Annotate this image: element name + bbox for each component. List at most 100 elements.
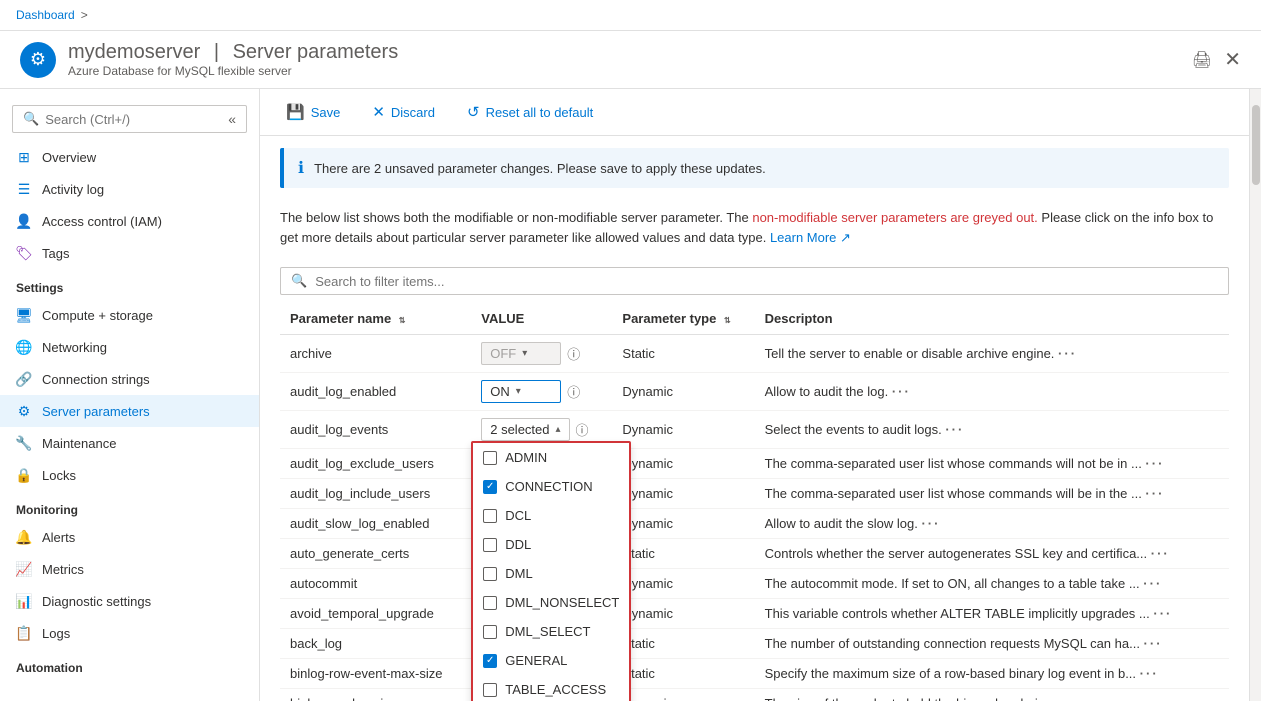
save-button[interactable]: 💾 Save — [280, 99, 346, 125]
close-icon[interactable]: ✕ — [1224, 47, 1241, 72]
col-value: VALUE — [471, 303, 612, 335]
option-general[interactable]: GENERAL — [473, 646, 629, 675]
option-admin[interactable]: ADMIN — [473, 443, 629, 472]
audit-log-enabled-ellipsis[interactable]: ··· — [892, 384, 911, 399]
option-dml-nonselect[interactable]: DML_NONSELECT — [473, 588, 629, 617]
sidebar-item-access-control[interactable]: 👤 Access control (IAM) — [0, 205, 259, 237]
param-value-cell: OFF ▾ ⓘ — [471, 335, 612, 373]
search-input[interactable] — [45, 112, 222, 127]
filter-input-box[interactable]: 🔍 — [280, 267, 1229, 295]
param-name-cell: auto_generate_certs — [280, 539, 471, 569]
autocommit-ellipsis[interactable]: ··· — [1143, 576, 1162, 591]
param-desc-cell: The comma-separated user list whose comm… — [755, 479, 1229, 509]
binlog-cache-ellipsis[interactable]: ··· — [1081, 696, 1100, 701]
binlog-row-ellipsis[interactable]: ··· — [1140, 666, 1159, 681]
server-name: mydemoserver — [68, 41, 200, 63]
table-row: audit_slow_log_enabled Dynamic Allow to … — [280, 509, 1229, 539]
discard-button[interactable]: ✕ Discard — [366, 99, 441, 125]
sidebar-item-alerts[interactable]: 🔔 Alerts — [0, 521, 259, 553]
option-table-access[interactable]: TABLE_ACCESS — [473, 675, 629, 701]
auto-gen-ellipsis[interactable]: ··· — [1151, 546, 1170, 561]
admin-checkbox[interactable] — [483, 451, 497, 465]
scrollbar-thumb[interactable] — [1252, 105, 1260, 185]
dml-nonselect-checkbox[interactable] — [483, 596, 497, 610]
avoid-temporal-ellipsis[interactable]: ··· — [1153, 606, 1172, 621]
settings-section-label: Settings — [0, 269, 259, 299]
audit-log-exclude-ellipsis[interactable]: ··· — [1145, 456, 1164, 471]
sidebar-item-locks[interactable]: 🔒 Locks — [0, 459, 259, 491]
learn-more-link[interactable]: Learn More ↗ — [770, 230, 851, 245]
sidebar-item-compute-storage[interactable]: 🖥 Compute + storage — [0, 299, 259, 331]
audit-log-include-ellipsis[interactable]: ··· — [1145, 486, 1164, 501]
sidebar-label-tags: Tags — [42, 246, 69, 261]
param-type-cell: Static — [612, 539, 754, 569]
maintenance-icon: 🔧 — [16, 435, 32, 451]
reset-icon: ↺ — [467, 103, 480, 121]
audit-log-events-popup: ADMIN CONNECTION DCL — [471, 441, 631, 701]
dml-select-label: DML_SELECT — [505, 624, 590, 639]
logs-icon: 📋 — [16, 625, 32, 641]
sidebar-item-overview[interactable]: ⊞ Overview — [0, 141, 259, 173]
param-type-sort-icon[interactable]: ⇅ — [724, 316, 731, 325]
collapse-icon[interactable]: « — [228, 111, 236, 127]
option-dml[interactable]: DML — [473, 559, 629, 588]
dml-label: DML — [505, 566, 532, 581]
filter-input[interactable] — [315, 274, 1218, 289]
save-label: Save — [311, 105, 341, 120]
sidebar-item-metrics[interactable]: 📈 Metrics — [0, 553, 259, 585]
sidebar-item-networking[interactable]: 🌐 Networking — [0, 331, 259, 363]
option-dcl[interactable]: DCL — [473, 501, 629, 530]
dcl-checkbox[interactable] — [483, 509, 497, 523]
table-row: autocommit Dynamic The autocommit mode. … — [280, 569, 1229, 599]
back-log-ellipsis[interactable]: ··· — [1144, 636, 1163, 651]
option-dml-select[interactable]: DML_SELECT — [473, 617, 629, 646]
connection-checkbox[interactable] — [483, 480, 497, 494]
audit-log-enabled-dropdown[interactable]: ON ▾ — [481, 380, 561, 403]
sidebar-item-activity-log[interactable]: ☰ Activity log — [0, 173, 259, 205]
sidebar-item-tags[interactable]: 🏷 Tags — [0, 237, 259, 269]
sidebar-label-metrics: Metrics — [42, 562, 84, 577]
sidebar-search-box[interactable]: 🔍 « — [12, 105, 247, 133]
audit-log-events-info-icon[interactable]: ⓘ — [576, 420, 589, 439]
archive-ellipsis[interactable]: ··· — [1058, 346, 1077, 361]
param-type-cell: Dynamic — [612, 599, 754, 629]
param-name-sort-icon[interactable]: ⇅ — [399, 316, 406, 325]
param-name-cell: avoid_temporal_upgrade — [280, 599, 471, 629]
archive-info-icon[interactable]: ⓘ — [567, 344, 580, 363]
audit-log-events-ellipsis[interactable]: ··· — [945, 422, 964, 437]
param-value-cell: 2 selected ▴ ⓘ — [471, 411, 612, 449]
access-control-icon: 👤 — [16, 213, 32, 229]
alerts-icon: 🔔 — [16, 529, 32, 545]
param-desc-cell: Allow to audit the slow log. ··· — [755, 509, 1229, 539]
ddl-checkbox[interactable] — [483, 538, 497, 552]
option-ddl[interactable]: DDL — [473, 530, 629, 559]
table-access-checkbox[interactable] — [483, 683, 497, 697]
breadcrumb-dashboard[interactable]: Dashboard — [16, 8, 75, 22]
diagnostic-settings-icon: 📊 — [16, 593, 32, 609]
archive-value: OFF — [490, 346, 516, 361]
param-type-cell: Dynamic — [612, 509, 754, 539]
server-title: mydemoserver | Server parameters — [68, 41, 398, 64]
table-row: auto_generate_certs Static Controls whet… — [280, 539, 1229, 569]
audit-slow-ellipsis[interactable]: ··· — [921, 516, 940, 531]
sidebar-item-logs[interactable]: 📋 Logs — [0, 617, 259, 649]
col-param-name: Parameter name ⇅ — [280, 303, 471, 335]
param-desc-cell: This variable controls whether ALTER TAB… — [755, 599, 1229, 629]
description-text: The below list shows both the modifiable… — [260, 200, 1249, 259]
audit-log-events-dropdown[interactable]: 2 selected ▴ — [481, 418, 569, 441]
dml-select-checkbox[interactable] — [483, 625, 497, 639]
sidebar-item-maintenance[interactable]: 🔧 Maintenance — [0, 427, 259, 459]
print-icon[interactable]: 🖨 — [1192, 50, 1212, 70]
sidebar-item-diagnostic-settings[interactable]: 📊 Diagnostic settings — [0, 585, 259, 617]
audit-log-enabled-info-icon[interactable]: ⓘ — [567, 382, 580, 401]
general-checkbox[interactable] — [483, 654, 497, 668]
option-connection[interactable]: CONNECTION — [473, 472, 629, 501]
reset-button[interactable]: ↺ Reset all to default — [461, 99, 599, 125]
automation-section-label: Automation — [0, 649, 259, 679]
sidebar-item-server-parameters[interactable]: ⚙ Server parameters — [0, 395, 259, 427]
dml-checkbox[interactable] — [483, 567, 497, 581]
archive-dropdown[interactable]: OFF ▾ — [481, 342, 561, 365]
param-type-cell: Dynamic — [612, 449, 754, 479]
param-desc-cell: The number of outstanding connection req… — [755, 629, 1229, 659]
sidebar-item-connection-strings[interactable]: 🔗 Connection strings — [0, 363, 259, 395]
